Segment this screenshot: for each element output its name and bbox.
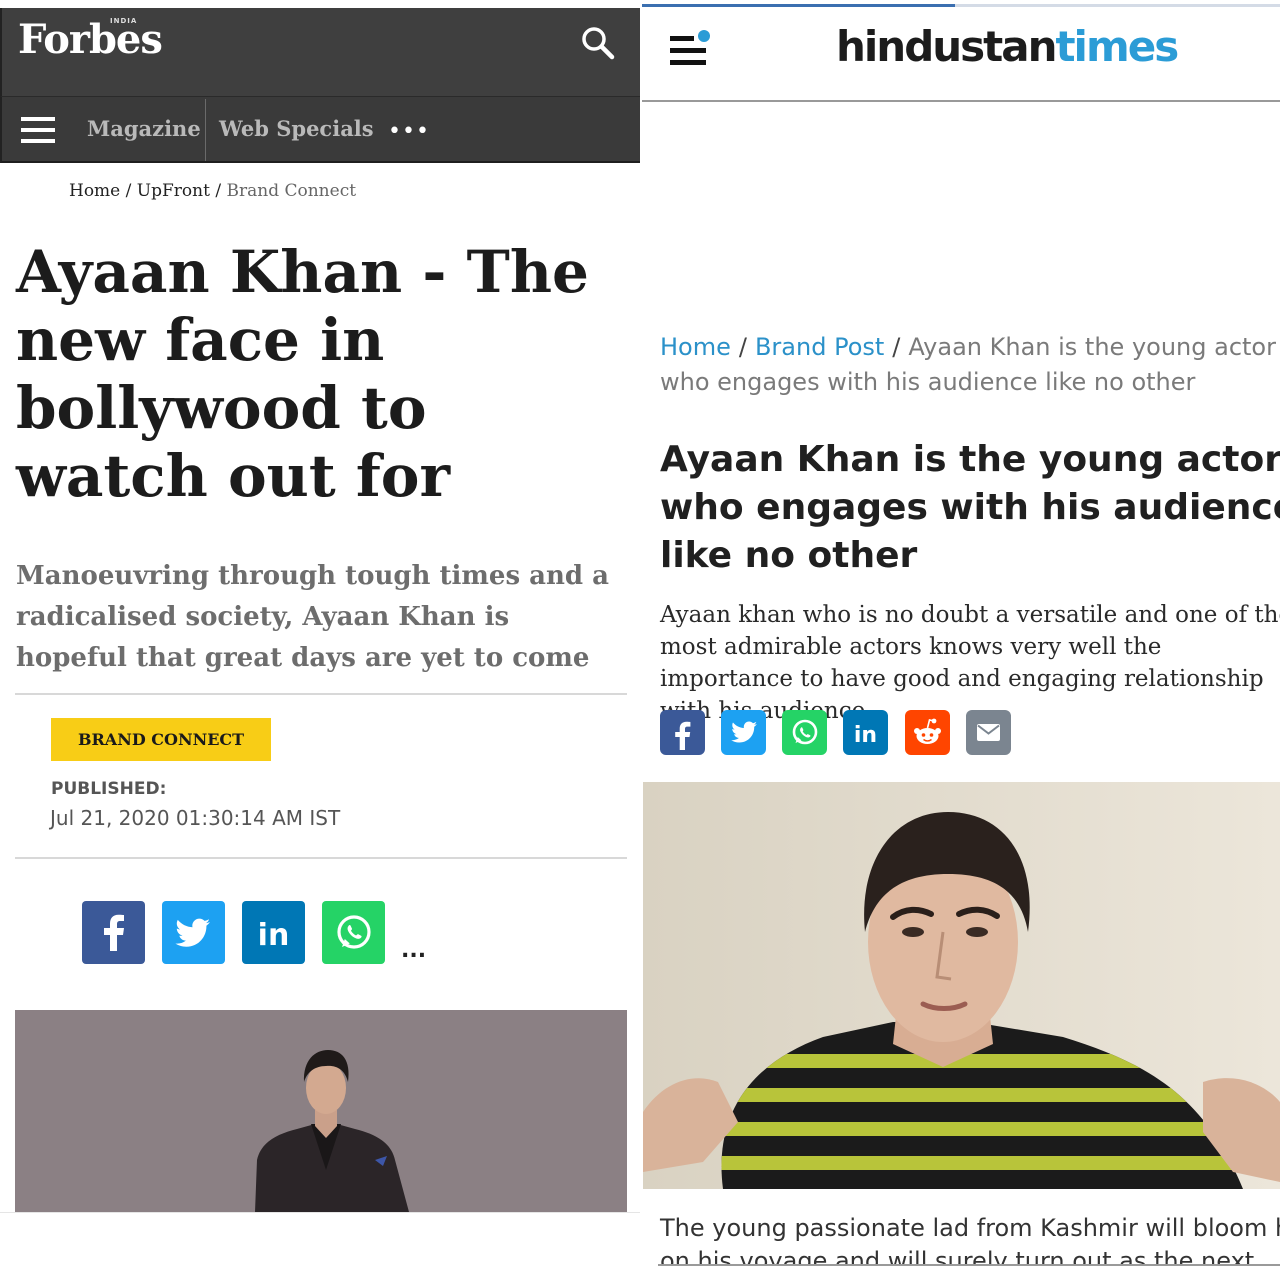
- forbes-article-screenshot: Forbes INDIA Magazine Web Specials ••• H…: [0, 0, 640, 1280]
- breadcrumb-upfront[interactable]: UpFront: [137, 181, 210, 201]
- forbes-edition-label: INDIA: [110, 17, 138, 25]
- breadcrumb-home[interactable]: Home: [69, 181, 120, 201]
- forbes-logo[interactable]: Forbes: [18, 16, 163, 63]
- published-label: PUBLISHED:: [51, 779, 167, 799]
- forbes-nav-bar: Magazine Web Specials •••: [0, 96, 640, 163]
- logo-text-hindustan: hindustan: [836, 22, 1057, 71]
- hindustan-times-article-screenshot: hindustantimes Home / Brand Post / Ayaan Kha…: [642, 0, 1280, 1280]
- article-subtitle: Manoeuvring through tough times and a ra…: [16, 561, 609, 673]
- search-icon[interactable]: [580, 25, 616, 61]
- nav-item-magazine[interactable]: Magazine: [87, 116, 201, 141]
- divider: [0, 1212, 640, 1213]
- article-hero-image: [643, 782, 1280, 1189]
- email-icon: [977, 724, 1000, 741]
- breadcrumb-brand-post[interactable]: Brand Post: [755, 333, 884, 361]
- article-body-line: The young passionate lad from Kashmir wi…: [660, 1214, 1280, 1242]
- facebook-share-button[interactable]: [82, 901, 145, 964]
- facebook-share-button[interactable]: [660, 710, 705, 755]
- actor-portrait-photo: [643, 782, 1280, 1189]
- breadcrumb: Home / Brand Post / Ayaan Khan is the young …: [660, 330, 1280, 400]
- linkedin-icon: in: [258, 918, 290, 953]
- facebook-icon: [104, 914, 124, 951]
- reading-progress-fill: [642, 4, 955, 7]
- email-share-button[interactable]: [966, 710, 1011, 755]
- brand-connect-badge[interactable]: BRAND CONNECT: [51, 718, 271, 761]
- breadcrumb-home[interactable]: Home: [660, 333, 731, 361]
- breadcrumb-current: Brand Connect: [226, 181, 357, 201]
- reddit-icon: [914, 718, 941, 744]
- twitter-icon: [731, 721, 757, 743]
- hindustan-times-logo[interactable]: hindustantimes: [836, 22, 1179, 71]
- more-share-icon[interactable]: ...: [401, 938, 426, 963]
- divider: [15, 857, 627, 859]
- breadcrumb-separator: /: [215, 181, 222, 201]
- whatsapp-share-button[interactable]: [322, 901, 385, 964]
- header-divider: [642, 100, 1280, 102]
- twitter-share-button[interactable]: [162, 901, 225, 964]
- whatsapp-icon: [792, 719, 818, 745]
- linkedin-share-button[interactable]: in: [843, 710, 888, 755]
- whatsapp-share-button[interactable]: [782, 710, 827, 755]
- hamburger-menu-icon[interactable]: [670, 30, 710, 70]
- reddit-share-button[interactable]: [905, 710, 950, 755]
- divider: [658, 1264, 1280, 1266]
- article-hero-image: [15, 1010, 627, 1212]
- svg-text:in: in: [854, 723, 877, 748]
- linkedin-share-button[interactable]: in: [242, 901, 305, 964]
- whatsapp-icon: [337, 915, 371, 949]
- breadcrumb-separator: /: [892, 333, 901, 361]
- svg-text:in: in: [258, 918, 290, 953]
- logo-text-times: times: [1055, 22, 1179, 71]
- hamburger-menu-icon[interactable]: [21, 117, 55, 143]
- twitter-icon: [175, 918, 210, 947]
- forbes-header: Forbes INDIA: [0, 8, 640, 96]
- breadcrumb-separator: /: [738, 333, 747, 361]
- viewport-bottom-mask: [642, 1264, 1280, 1280]
- actor-portrait-photo: [15, 1010, 627, 1212]
- published-date: Jul 21, 2020 01:30:14 AM IST: [50, 806, 341, 830]
- breadcrumb-separator: /: [125, 181, 132, 201]
- breadcrumb-current: Ayaan Khan is the young actor who engage…: [660, 333, 1276, 396]
- facebook-icon: [675, 721, 691, 750]
- divider: [15, 693, 627, 695]
- linkedin-icon: in: [854, 723, 877, 748]
- twitter-share-button[interactable]: [721, 710, 766, 755]
- nav-item-web-specials[interactable]: Web Specials: [219, 116, 374, 141]
- notification-dot-icon: [698, 30, 710, 42]
- breadcrumb: Home / UpFront / Brand Connect: [69, 181, 356, 201]
- article-description: Ayaan khan who is no doubt a versatile a…: [660, 602, 1280, 724]
- more-menu-icon[interactable]: •••: [388, 119, 430, 144]
- article-title: Ayaan Khan - The new face in bollywood t…: [16, 238, 589, 510]
- article-title: Ayaan Khan is the young actor who engage…: [660, 439, 1280, 576]
- nav-divider: [205, 99, 206, 161]
